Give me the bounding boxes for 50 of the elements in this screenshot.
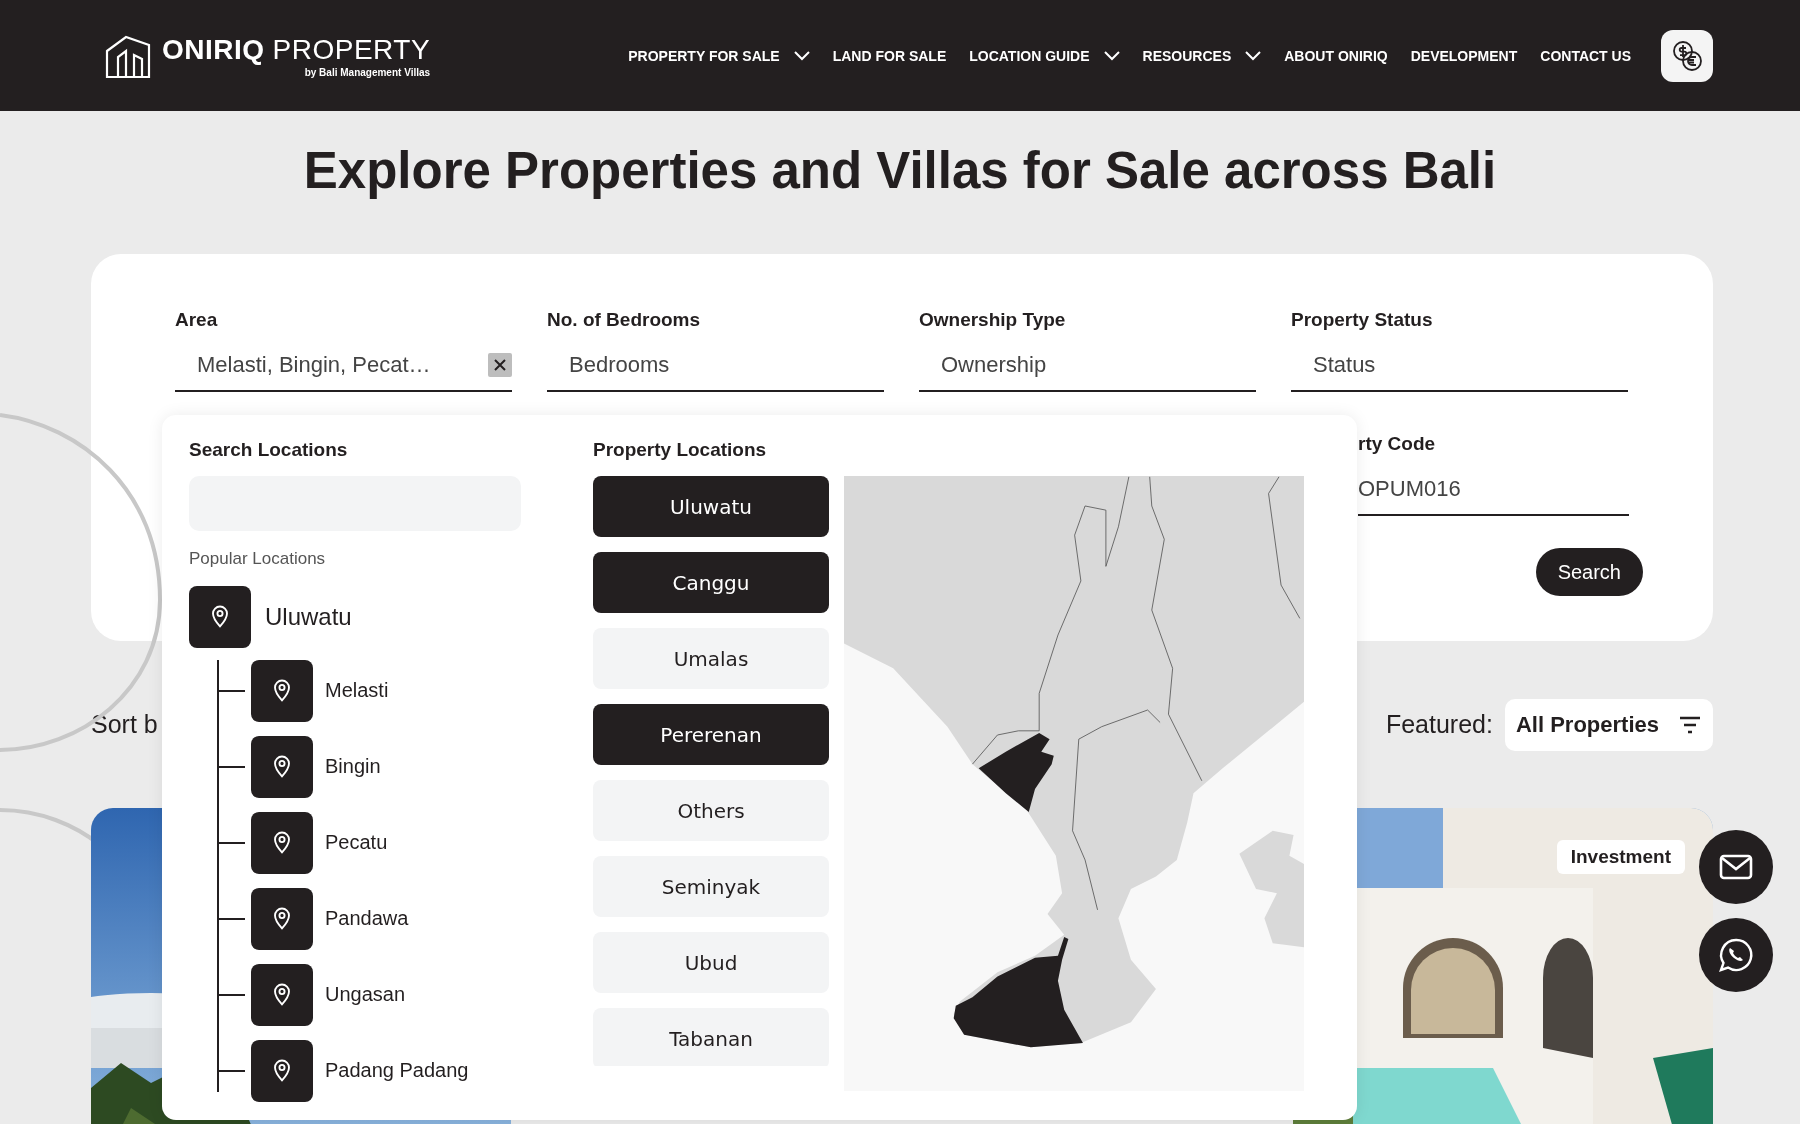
- text-field[interactable]: OPUM016: [1358, 464, 1629, 516]
- nav-link[interactable]: RESOURCES: [1142, 47, 1262, 64]
- location-item[interactable]: Uluwatu: [189, 585, 521, 648]
- page-title: Explore Properties and Villas for Sale across Bali: [302, 141, 1498, 201]
- chevron-down-icon: [1245, 50, 1262, 61]
- nav-link[interactable]: PROPERTY FOR SALE: [628, 47, 810, 64]
- location-option[interactable]: Pererenan: [593, 704, 829, 765]
- location-option[interactable]: Canggu: [593, 552, 829, 613]
- nav-link[interactable]: LAND FOR SALE: [832, 47, 947, 64]
- select-field[interactable]: Ownership: [919, 340, 1256, 392]
- location-option[interactable]: Seminyak: [593, 856, 829, 917]
- brand-name: ONIRIQ: [162, 33, 265, 66]
- chevron-down-icon: [1103, 50, 1120, 61]
- clear-button[interactable]: [488, 353, 512, 377]
- section-title: Property Locations: [593, 438, 768, 462]
- select-field[interactable]: Bedrooms: [547, 340, 884, 392]
- select-field[interactable]: Melasti, Bingin, Pecat…: [175, 340, 488, 392]
- location-option[interactable]: Uluwatu: [593, 476, 829, 537]
- location-option[interactable]: Others: [593, 780, 829, 841]
- nav-link[interactable]: LOCATION GUIDE: [969, 47, 1120, 64]
- location-item[interactable]: Bingin: [325, 755, 381, 778]
- location-item[interactable]: Melasti: [325, 679, 389, 702]
- field-label: Property Status: [1291, 308, 1434, 332]
- section-title: Search Locations: [189, 438, 349, 462]
- location-option[interactable]: Ubud: [593, 932, 829, 993]
- filter-icon: [1679, 715, 1701, 734]
- location-item[interactable]: Pandawa: [325, 907, 409, 930]
- location-item[interactable]: Padang Padang: [325, 1059, 469, 1082]
- currency-button[interactable]: [1661, 29, 1713, 82]
- field-label: Area: [175, 308, 219, 332]
- nav-link[interactable]: DEVELOPMENT: [1410, 47, 1518, 64]
- search-button[interactable]: Search: [1535, 548, 1643, 596]
- filter-dropdown[interactable]: All Properties: [1504, 698, 1713, 751]
- field-label: Ownership Type: [919, 308, 1067, 332]
- brand-name: PROPERTY: [272, 33, 431, 66]
- section-label: Popular Locations: [189, 547, 327, 570]
- field-label: No. of Bedrooms: [547, 308, 702, 332]
- brand-tagline: by Bali Management Villas: [304, 66, 431, 78]
- location-option[interactable]: Tabanan: [593, 1008, 829, 1066]
- location-option[interactable]: Umalas: [593, 628, 829, 689]
- nav-link[interactable]: CONTACT US: [1540, 47, 1631, 64]
- featured-label: Featured:: [1385, 710, 1493, 739]
- location-item[interactable]: Ungasan: [325, 983, 406, 1006]
- chevron-down-icon: [793, 50, 810, 61]
- select-field[interactable]: Status: [1291, 340, 1628, 392]
- nav-link[interactable]: ABOUT ONIRIQ: [1284, 47, 1388, 64]
- field-label: rty Code: [1358, 432, 1437, 456]
- close-icon: [493, 358, 507, 372]
- listing-tag: Investment: [1556, 840, 1685, 874]
- location-item[interactable]: Pecatu: [325, 831, 388, 854]
